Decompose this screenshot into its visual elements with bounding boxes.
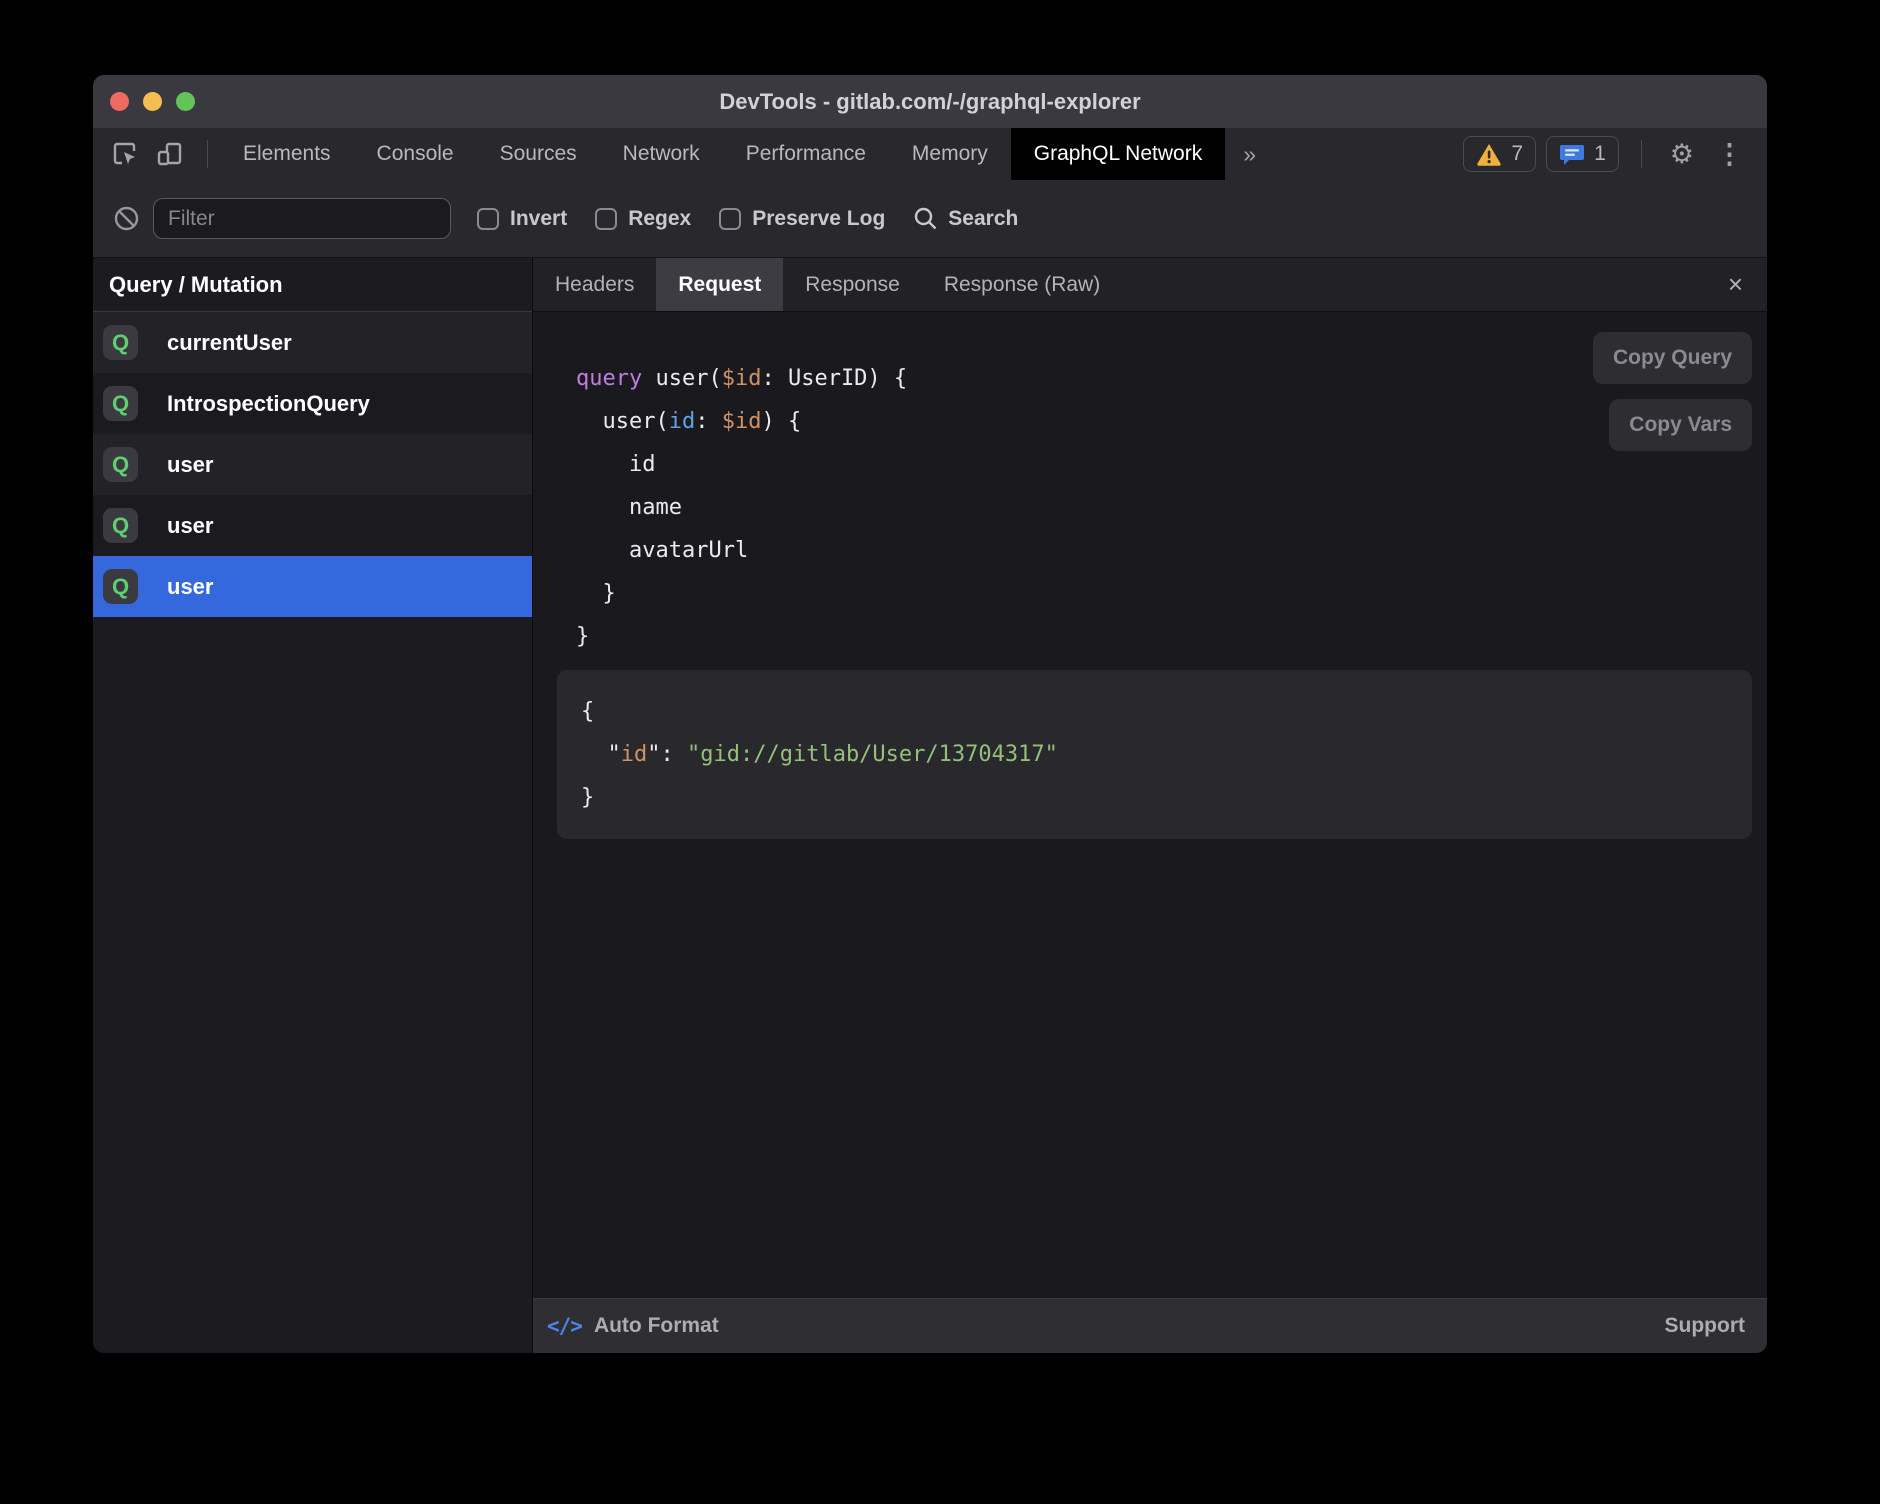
code-icon: </>	[547, 1314, 582, 1338]
copy-vars-button[interactable]: Copy Vars	[1609, 399, 1752, 451]
tab-headers[interactable]: Headers	[533, 258, 656, 311]
request-panel: Copy Query Copy Vars query user($id: Use…	[533, 312, 1767, 1298]
devtools-tab-graphql-network[interactable]: GraphQL Network	[1011, 128, 1225, 180]
devtools-tab-console[interactable]: Console	[354, 128, 477, 180]
message-icon	[1559, 142, 1585, 166]
devtools-tab-network[interactable]: Network	[600, 128, 723, 180]
devtools-tab-performance[interactable]: Performance	[723, 128, 889, 180]
devtools-tabs: ElementsConsoleSourcesNetworkPerformance…	[220, 128, 1225, 180]
checkbox-invert[interactable]: Invert	[477, 207, 567, 231]
filter-input[interactable]	[153, 198, 451, 239]
query-item-user[interactable]: Quser	[93, 495, 532, 556]
inspect-element-icon[interactable]	[107, 136, 143, 172]
request-variables-box: { "id": "gid://gitlab/User/13704317"}	[557, 670, 1752, 839]
tab-request[interactable]: Request	[656, 258, 783, 311]
query-badge-icon: Q	[103, 325, 138, 360]
checkbox-box[interactable]	[595, 208, 617, 230]
query-item-label: user	[167, 513, 213, 539]
divider	[1641, 140, 1642, 168]
close-window-button[interactable]	[110, 92, 129, 111]
checkbox-label: Invert	[510, 207, 567, 231]
code-line: "id": "gid://gitlab/User/13704317"	[581, 733, 1728, 776]
support-link[interactable]: Support	[1665, 1314, 1745, 1338]
tab-response-raw[interactable]: Response (Raw)	[922, 258, 1122, 311]
query-item-label: user	[167, 574, 213, 600]
devtools-tabbar: ElementsConsoleSourcesNetworkPerformance…	[93, 128, 1767, 180]
block-icon[interactable]	[113, 205, 140, 232]
query-item-label: user	[167, 452, 213, 478]
warning-count: 7	[1511, 142, 1523, 166]
auto-format-button[interactable]: </> Auto Format	[547, 1314, 719, 1338]
checkbox-label: Regex	[628, 207, 691, 231]
devtools-tab-elements[interactable]: Elements	[220, 128, 354, 180]
device-toolbar-icon[interactable]	[151, 136, 187, 172]
devtools-window: DevTools - gitlab.com/-/graphql-explorer…	[93, 75, 1767, 1353]
code-line: }	[576, 572, 1752, 615]
traffic-lights	[110, 75, 195, 128]
sidebar-header: Query / Mutation	[93, 258, 532, 312]
checkbox-regex[interactable]: Regex	[595, 207, 691, 231]
code-line: {	[581, 690, 1728, 733]
checkbox-box[interactable]	[477, 208, 499, 230]
search-label: Search	[948, 207, 1018, 231]
request-query-code: query user($id: UserID) { user(id: $id) …	[576, 357, 1752, 658]
checkbox-box[interactable]	[719, 208, 741, 230]
content-area: Query / Mutation QcurrentUserQIntrospect…	[93, 258, 1767, 1353]
detail-panel: HeadersRequestResponseResponse (Raw) × C…	[533, 258, 1767, 1353]
query-badge-icon: Q	[103, 508, 138, 543]
code-line: id	[576, 443, 1752, 486]
query-item-user[interactable]: Quser	[93, 434, 532, 495]
issues-button[interactable]: 1	[1546, 136, 1619, 172]
detail-tabs: HeadersRequestResponseResponse (Raw) ×	[533, 258, 1767, 312]
query-item-introspectionquery[interactable]: Q IntrospectionQuery	[93, 373, 532, 434]
tabbar-actions: 7 1 ⚙ ⋮	[1463, 136, 1767, 172]
warning-icon	[1476, 142, 1502, 166]
minimize-window-button[interactable]	[143, 92, 162, 111]
copy-buttons: Copy Query Copy Vars	[1593, 332, 1752, 451]
close-icon[interactable]: ×	[1704, 258, 1767, 311]
code-line: query user($id: UserID) {	[576, 357, 1752, 400]
devtools-tab-memory[interactable]: Memory	[889, 128, 1011, 180]
code-line: name	[576, 486, 1752, 529]
zoom-window-button[interactable]	[176, 92, 195, 111]
query-sidebar: Query / Mutation QcurrentUserQIntrospect…	[93, 258, 533, 1353]
query-item-user[interactable]: Quser	[93, 556, 532, 617]
settings-gear-icon[interactable]: ⚙	[1664, 141, 1700, 168]
more-tabs-button[interactable]: »	[1225, 128, 1274, 180]
divider	[207, 140, 208, 168]
titlebar: DevTools - gitlab.com/-/graphql-explorer	[93, 75, 1767, 128]
query-item-currentuser[interactable]: QcurrentUser	[93, 312, 532, 373]
checkbox-preserve-log[interactable]: Preserve Log	[719, 207, 885, 231]
query-badge-icon: Q	[103, 569, 138, 604]
code-line: }	[576, 615, 1752, 658]
code-line: }	[581, 776, 1728, 819]
copy-query-button[interactable]: Copy Query	[1593, 332, 1752, 384]
warnings-button[interactable]: 7	[1463, 136, 1536, 172]
auto-format-label: Auto Format	[594, 1314, 719, 1338]
query-item-label: IntrospectionQuery	[167, 391, 370, 417]
search-icon	[913, 206, 938, 231]
query-badge-icon: Q	[103, 386, 138, 421]
message-count: 1	[1594, 142, 1606, 166]
code-line: avatarUrl	[576, 529, 1752, 572]
tab-response[interactable]: Response	[783, 258, 922, 311]
search-button[interactable]: Search	[913, 206, 1018, 231]
query-item-label: currentUser	[167, 330, 292, 356]
filter-bar: Invert Regex Preserve Log Search	[93, 180, 1767, 258]
query-badge-icon: Q	[103, 447, 138, 482]
window-title: DevTools - gitlab.com/-/graphql-explorer	[719, 89, 1140, 115]
detail-tab-strip: HeadersRequestResponseResponse (Raw)	[533, 258, 1122, 311]
filter-checkboxes: Invert Regex Preserve Log	[477, 207, 885, 231]
query-list: QcurrentUserQIntrospectionQueryQuserQuse…	[93, 312, 532, 617]
code-line: user(id: $id) {	[576, 400, 1752, 443]
checkbox-label: Preserve Log	[752, 207, 885, 231]
panel-footer: </> Auto Format Support	[533, 1298, 1767, 1353]
more-options-icon[interactable]: ⋮	[1710, 141, 1749, 168]
devtools-tab-sources[interactable]: Sources	[477, 128, 600, 180]
